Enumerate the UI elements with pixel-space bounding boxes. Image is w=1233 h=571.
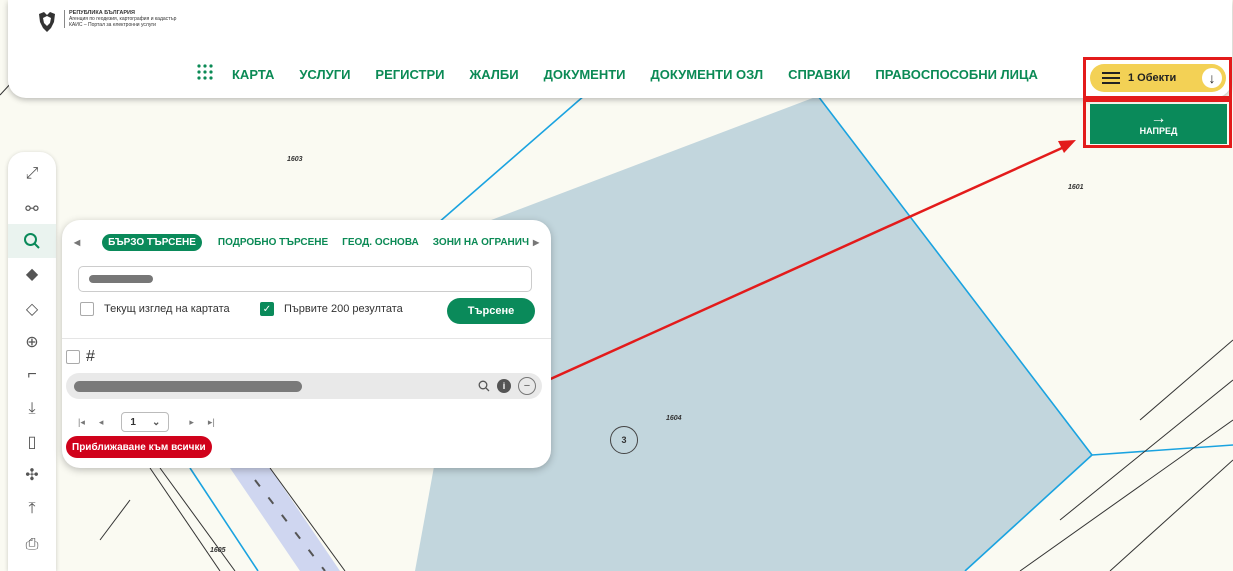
map-label: 1604 [666,415,682,422]
print-icon[interactable]: ⎙ [8,528,56,562]
search-tabs: ◀ БЪРЗО ТЪРСЕНЕ ПОДРОБНО ТЪРСЕНЕ ГЕОД. О… [62,232,551,252]
logo-subtitle-2: КАИС – Портал за електронни услуги [69,22,156,28]
layers-outline-icon[interactable]: ◇ [8,292,56,326]
current-view-option[interactable]: Текущ изглед на картата [80,302,230,316]
last-page-icon[interactable]: ▸| [208,417,215,428]
nav-item-registers[interactable]: РЕГИСТРИ [375,67,444,82]
next-page-icon[interactable]: ▸ [189,417,194,428]
first200-checkbox[interactable]: ✓ [260,302,274,316]
nav-item-licensed-persons[interactable]: ПРАВОСПОСОБНИ ЛИЦА [875,67,1038,82]
arrow-down-icon[interactable]: ↓ [1202,68,1222,88]
arrow-right-icon: → [1150,110,1167,127]
network-icon[interactable]: ⚯ [8,192,56,226]
first200-option[interactable]: ✓ Първите 200 резултата [260,302,403,316]
prev-page-icon[interactable]: ◂ [99,417,104,428]
fullscreen-icon[interactable]: ⤢ [8,157,56,191]
zoom-to-icon[interactable] [474,376,494,396]
redacted-result [74,381,302,392]
search-input[interactable] [78,266,532,292]
nav-item-references[interactable]: СПРАВКИ [788,67,850,82]
redacted-value [89,275,153,283]
parcel-number-badge[interactable]: 3 [610,426,638,454]
first200-label: Първите 200 резултата [284,303,403,315]
agency-logo[interactable]: РЕПУБЛИКА БЪЛГАРИЯ Агенция по геодезия, … [36,10,176,34]
measure-icon[interactable]: ⌐ [8,358,56,392]
select-all-checkbox[interactable] [66,350,80,364]
globe-icon[interactable]: ⊕ [8,325,56,359]
menu-icon [1102,72,1120,84]
chevron-down-icon: ⌄ [151,416,161,428]
tab-restriction-zones[interactable]: ЗОНИ НА ОГРАНИЧ [433,237,529,248]
map-icon[interactable]: ▯ [8,425,56,459]
tab-scroll-right-icon[interactable]: ▶ [533,238,539,247]
nav-item-complaints[interactable]: ЖАЛБИ [470,67,519,82]
tab-scroll-left-icon[interactable]: ◀ [74,238,80,247]
nav-item-map[interactable]: КАРТА [232,67,274,82]
nav-item-services[interactable]: УСЛУГИ [299,67,350,82]
tab-quick-search[interactable]: БЪРЗО ТЪРСЕНЕ [102,233,202,251]
current-view-label: Текущ изглед на картата [104,303,230,315]
nav-item-documents[interactable]: ДОКУМЕНТИ [544,67,626,82]
remove-icon[interactable]: − [518,377,536,395]
nav-item-documents-ozl[interactable]: ДОКУМЕНТИ ОЗЛ [651,67,764,82]
select-all-row: # [66,348,95,366]
coat-of-arms-icon [39,12,55,32]
header-bar: РЕПУБЛИКА БЪЛГАРИЯ Агенция по геодезия, … [8,0,1232,98]
map-label: 1601 [1068,184,1084,191]
search-button[interactable]: Търсене [447,298,535,324]
search-icon[interactable] [8,224,56,258]
layers-filled-icon[interactable]: ◆ [8,257,56,291]
map-toolbar: ⤢ ⚯ ◆ ◇ ⊕ ⌐ ⤓ ▯ ✣ ⤒ ⎙ [8,152,56,571]
map-label: 1605 [210,547,226,554]
map-label: 1603 [287,156,303,163]
download-icon[interactable]: ⤓ [8,392,56,426]
info-icon[interactable]: i [497,379,511,393]
zoom-to-all-button[interactable]: Приближаване към всички [66,436,212,458]
first-page-icon[interactable]: |◂ [78,417,85,428]
next-button-label: НАПРЕД [1139,126,1178,136]
cart-count: 1 Обекти [1128,72,1177,84]
main-nav: КАРТА УСЛУГИ РЕГИСТРИ ЖАЛБИ ДОКУМЕНТИ ДО… [196,63,1063,83]
page-select-value: 1 [130,416,136,428]
tab-geodetic-base[interactable]: ГЕОД. ОСНОВА [342,237,419,248]
result-row[interactable]: i − [66,373,542,399]
apps-grid-icon[interactable] [196,63,214,81]
search-panel: ◀ БЪРЗО ТЪРСЕНЕ ПОДРОБНО ТЪРСЕНЕ ГЕОД. О… [62,220,551,468]
tab-detailed-search[interactable]: ПОДРОБНО ТЪРСЕНЕ [218,237,328,248]
pagination: |◂ ◂ 1 ⌄ ▸ ▸| [78,412,229,432]
divider [62,338,551,339]
current-view-checkbox[interactable] [80,302,94,316]
cart-button[interactable]: 1 Обекти ↓ [1090,64,1226,92]
page-select[interactable]: 1 ⌄ [121,412,170,432]
next-button[interactable]: → НАПРЕД [1090,104,1227,144]
coordinates-icon[interactable]: ✣ [8,458,56,492]
grid-icon: # [86,348,95,365]
upload-icon[interactable]: ⤒ [8,492,56,526]
